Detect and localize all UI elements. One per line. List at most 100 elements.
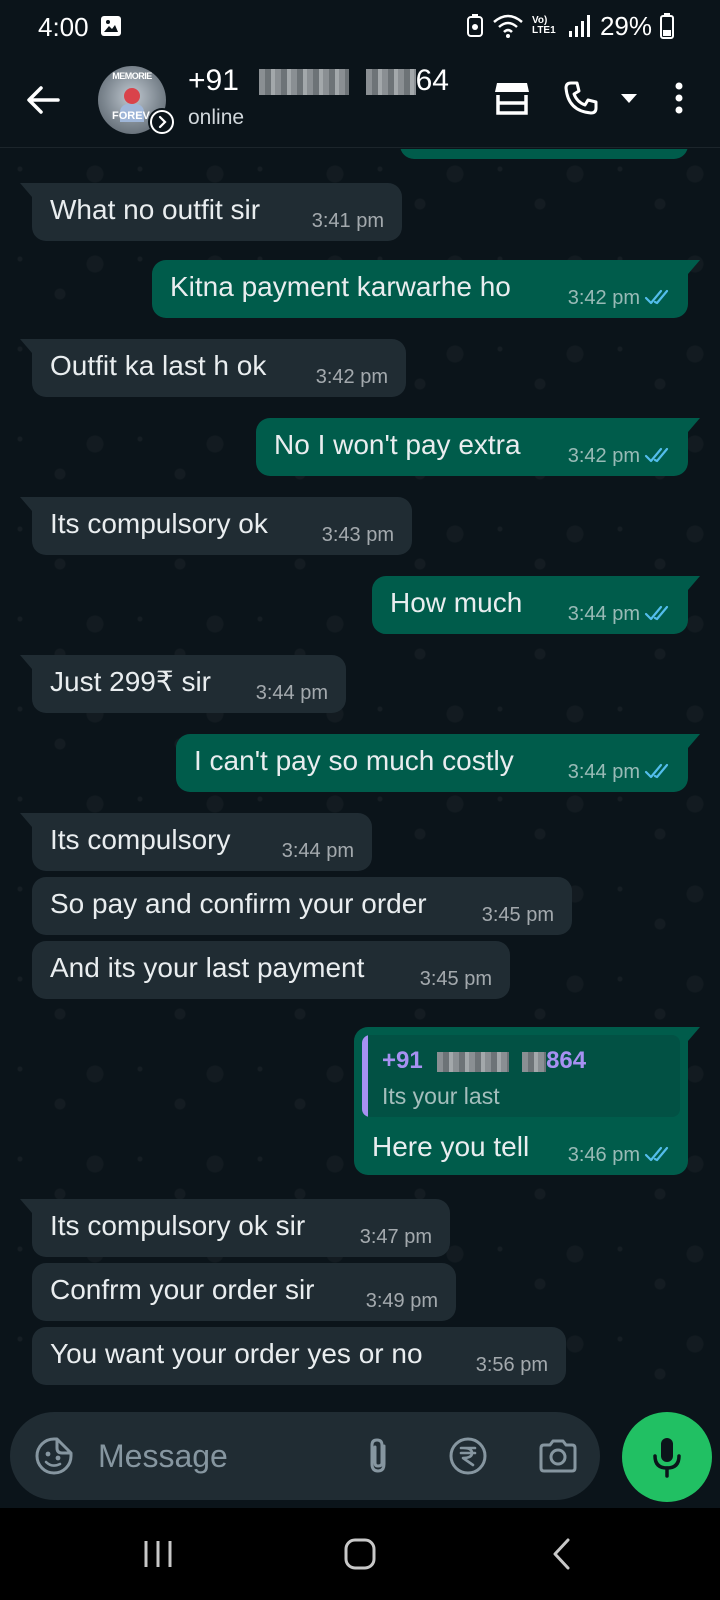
message-time: 3:44 pm <box>567 761 640 783</box>
redacted-number <box>365 69 416 96</box>
quoted-author: +91 864 <box>382 1049 586 1073</box>
message-text: Its compulsory ok <box>50 508 268 539</box>
recents-button[interactable] <box>134 1530 182 1578</box>
contact-name[interactable]: +91 64 <box>188 64 449 98</box>
message-bubble[interactable]: How much 3:44 pm <box>372 576 700 634</box>
system-back-button[interactable] <box>538 1530 586 1578</box>
message-bubble[interactable]: What no outfit sir 3:41 pm <box>20 183 402 241</box>
voice-message-button[interactable] <box>622 1412 712 1502</box>
message-bubble[interactable]: Confrm your order sir 3:49 pm <box>32 1263 456 1321</box>
message-text: What no outfit sir <box>50 194 261 225</box>
recents-icon <box>144 1541 172 1567</box>
read-ticks-icon <box>644 447 669 463</box>
quoted-author-suffix: 864 <box>546 1047 587 1074</box>
phone-icon <box>564 81 598 115</box>
status-time: 4:00 <box>38 12 89 42</box>
message-bubble[interactable]: No I won't pay extra 3:42 pm <box>256 418 700 476</box>
message-time: 3:42 pm <box>567 445 640 467</box>
redacted-number <box>522 1051 547 1072</box>
status-indicators: Vo) LTE1 29% <box>466 10 674 42</box>
view-status-button[interactable] <box>148 108 176 136</box>
message-text: How much <box>390 587 523 618</box>
contact-status: online <box>188 106 245 129</box>
message-time: 3:43 pm <box>321 524 394 546</box>
home-button[interactable] <box>336 1530 384 1578</box>
message-text: No I won't pay extra <box>274 429 521 460</box>
message-text: Just 299₹ sir <box>50 666 211 697</box>
message-text: Here you tell <box>372 1131 530 1162</box>
message-bubble[interactable]: Its compulsory 3:44 pm <box>20 813 372 871</box>
contact-name-prefix: +91 <box>188 64 239 97</box>
more-options-button[interactable] <box>664 74 694 122</box>
message-time: 3:41 pm <box>311 210 384 232</box>
message-text: And its your last payment <box>50 952 365 983</box>
read-ticks-icon <box>644 289 669 305</box>
network-label: Vo) LTE1 <box>531 15 556 36</box>
contact-name-suffix: 64 <box>415 64 449 97</box>
back-button[interactable] <box>26 76 66 124</box>
caret-down-icon <box>621 94 637 103</box>
message-bubble[interactable]: You want your order yes or no 3:56 pm <box>32 1327 566 1385</box>
payment-button[interactable] <box>446 1434 490 1478</box>
read-ticks-icon <box>644 605 669 621</box>
message-time: 3:42 pm <box>567 287 640 309</box>
message-bubble[interactable]: Its compulsory ok sir 3:47 pm <box>20 1199 450 1257</box>
avatar-caption-top: MEMORIE <box>112 71 152 81</box>
message-bubble[interactable]: Its compulsory ok 3:43 pm <box>20 497 412 555</box>
avatar-face <box>124 88 140 104</box>
reply-message-bubble[interactable]: +91 864 Its your last Here you tell 3:46… <box>354 1027 700 1175</box>
message-composer: Message <box>10 1412 600 1500</box>
message-time: 3:47 pm <box>359 1226 432 1248</box>
quote-accent-bar <box>362 1035 368 1117</box>
message-time: 3:44 pm <box>255 682 328 704</box>
back-icon <box>553 1538 570 1570</box>
play-circle-icon <box>150 110 174 134</box>
quoted-text: Its your last <box>382 1083 500 1109</box>
message-input[interactable]: Message <box>98 1438 228 1475</box>
camera-icon <box>539 1439 577 1473</box>
message-text: So pay and confirm your order <box>50 888 427 919</box>
message-time: 3:44 pm <box>281 840 354 862</box>
battery-saver-icon <box>466 14 483 37</box>
battery-icon <box>660 13 674 39</box>
quoted-message[interactable]: +91 864 Its your last <box>362 1035 680 1117</box>
voice-call-button[interactable] <box>560 74 602 122</box>
rupee-icon <box>449 1437 487 1475</box>
avatar-caption-bottom: FOREV <box>112 110 150 122</box>
wifi-icon <box>493 14 523 38</box>
message-bubble[interactable]: Just 299₹ sir 3:44 pm <box>20 655 346 713</box>
message-time: 3:44 pm <box>567 603 640 625</box>
message-text: Its compulsory ok sir <box>50 1210 306 1241</box>
battery-percent: 29% <box>599 10 652 41</box>
sticker-icon <box>35 1437 73 1475</box>
shop-icon <box>495 83 529 115</box>
message-text: I can't pay so much costly <box>194 745 514 776</box>
message-text: Kitna payment karwarhe ho <box>170 271 511 302</box>
paperclip-icon <box>370 1438 386 1473</box>
message-bubble[interactable]: Outfit ka last h ok 3:42 pm <box>20 339 406 397</box>
attach-button[interactable] <box>356 1434 400 1478</box>
message-time: 3:46 pm <box>567 1144 640 1166</box>
gallery-notification-icon <box>101 16 121 36</box>
quoted-author-prefix: +91 <box>382 1047 423 1074</box>
message-bubble[interactable]: Kitna payment karwarhe ho 3:42 pm <box>152 260 700 318</box>
redacted-number <box>437 1051 510 1072</box>
more-vertical-icon <box>675 82 683 114</box>
message-time: 3:49 pm <box>365 1290 438 1312</box>
message-bubble[interactable]: So pay and confirm your order 3:45 pm <box>32 877 572 935</box>
system-navigation-bar <box>0 1508 720 1600</box>
message-text: Its compulsory <box>50 824 231 855</box>
arrow-left-icon <box>27 86 60 114</box>
call-options-button[interactable] <box>614 74 644 122</box>
sticker-button[interactable] <box>32 1434 76 1478</box>
message-time: 3:45 pm <box>481 904 554 926</box>
shop-button[interactable] <box>488 74 536 122</box>
redacted-number <box>259 69 350 96</box>
message-bubble[interactable]: I can't pay so much costly 3:44 pm <box>176 734 700 792</box>
camera-button[interactable] <box>536 1434 580 1478</box>
message-list[interactable]: What no outfit sir 3:41 pm Kitna payment… <box>0 149 720 1402</box>
message-text: Outfit ka last h ok <box>50 350 267 381</box>
message-time: 3:56 pm <box>475 1354 548 1376</box>
signal-icon <box>568 15 590 37</box>
message-bubble[interactable]: And its your last payment 3:45 pm <box>32 941 510 999</box>
